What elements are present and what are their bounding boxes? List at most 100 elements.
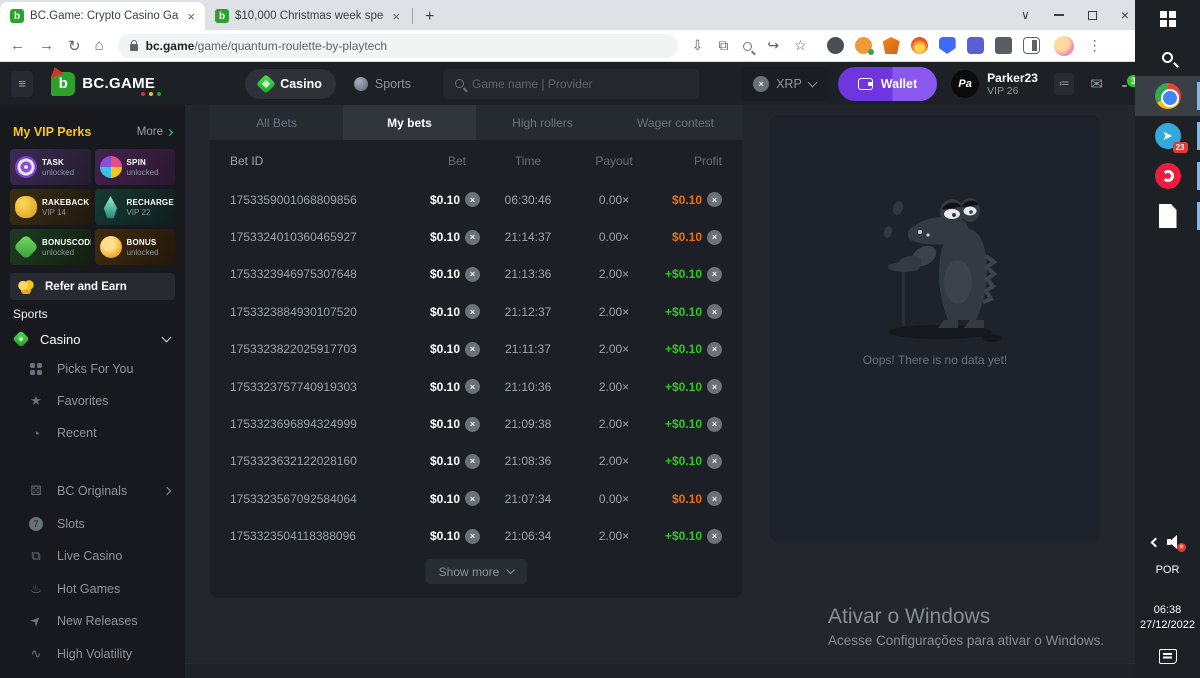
shield-icon[interactable] — [939, 37, 956, 54]
window-menu-icon[interactable]: ∨ — [1021, 8, 1030, 22]
tab-all-bets[interactable]: All Bets — [210, 105, 343, 140]
flame-icon[interactable] — [911, 37, 928, 54]
basketball-icon — [354, 77, 368, 91]
close-icon[interactable]: × — [1121, 7, 1129, 23]
bet-id: 1753323696894324999 — [230, 417, 398, 431]
taskbar-clock[interactable]: 06:38 27/12/2022 — [1140, 603, 1195, 633]
sidebar-item-casino[interactable]: Casino — [10, 325, 175, 353]
bet-profit: $0.10× — [652, 192, 722, 207]
reload-icon[interactable]: ↻ — [68, 37, 81, 55]
taskbar-notepad-button[interactable] — [1135, 196, 1200, 236]
muted-speaker-icon[interactable]: × — [1167, 535, 1183, 549]
wallet-button[interactable]: Wallet — [838, 67, 937, 101]
forward-icon[interactable]: → — [39, 37, 54, 54]
sidebar-menu: ⚄BC Originals7Slots⧉Live Casino♨Hot Game… — [10, 475, 175, 678]
search-placeholder: Game name | Provider — [472, 77, 593, 91]
send-arrow-icon[interactable] — [967, 37, 984, 54]
table-row[interactable]: 1753323757740919303$0.10×21:10:362.00×+$… — [210, 368, 742, 405]
sidebar-item-live-casino[interactable]: ⧉Live Casino — [10, 540, 175, 573]
tab-wager-contest[interactable]: Wager contest — [609, 105, 742, 140]
browser-tab-2[interactable]: b $10,000 Christmas week special × — [205, 2, 410, 30]
game-search-input[interactable]: Game name | Provider — [443, 69, 699, 99]
vip-perk-card[interactable]: SPINunlocked — [95, 149, 176, 185]
table-row[interactable]: 1753323504118388096$0.10×21:06:342.00×+$… — [210, 518, 742, 555]
main-content: All BetsMy betsHigh rollersWager contest… — [185, 105, 1135, 678]
tab-close-icon[interactable]: × — [185, 9, 197, 24]
authy-icon — [1155, 163, 1181, 189]
sidebar-item-high-volatility[interactable]: ∿High Volatility — [10, 638, 175, 671]
tab-my-bets[interactable]: My bets — [343, 105, 476, 140]
bet-payout: 2.00× — [576, 305, 652, 319]
browser-tab-1[interactable]: b BC.Game: Crypto Casino Games × — [0, 2, 205, 30]
person-check-icon[interactable] — [855, 37, 872, 54]
table-row[interactable]: 1753323632122028160$0.10×21:08:362.00×+$… — [210, 443, 742, 480]
taskbar-search-button[interactable] — [1135, 38, 1200, 76]
sports-section-label[interactable]: Sports — [13, 307, 175, 321]
bcgame-logo[interactable]: b BC.GAME — [51, 72, 155, 96]
taskbar-telegram-button[interactable]: ➤23 — [1135, 116, 1200, 156]
table-row[interactable]: 1753323822025917703$0.10×21:11:372.00×+$… — [210, 331, 742, 368]
xrp-coin-icon: × — [465, 491, 480, 506]
currency-selector[interactable]: × XRP — [741, 67, 828, 101]
table-row[interactable]: 1753323567092584064$0.10×21:07:340.00×$0… — [210, 480, 742, 517]
user-profile[interactable]: Pa Parker23 VIP 26 — [951, 70, 1038, 98]
sidebar-item-hot-games[interactable]: ♨Hot Games — [10, 573, 175, 606]
browser-menu-icon[interactable]: ⋮ — [1088, 37, 1102, 54]
url-input[interactable]: bc.game/game/quantum-roulette-by-playtec… — [118, 34, 678, 58]
vip-perk-card[interactable]: BONUSunlocked — [95, 229, 176, 265]
bet-id: 1753323757740919303 — [230, 380, 398, 394]
vip-perk-card[interactable]: TASKunlocked — [10, 149, 91, 185]
show-more-button[interactable]: Show more — [426, 559, 527, 584]
table-row[interactable]: 1753324010360465927$0.10×21:14:370.00×$0… — [210, 218, 742, 255]
bet-profit: +$0.10× — [652, 267, 722, 282]
lock-icon[interactable] — [130, 44, 138, 51]
vip-perk-card[interactable]: RAKEBACKVIP 14 — [10, 189, 91, 225]
spider-icon[interactable] — [827, 37, 844, 54]
home-icon[interactable]: ⌂ — [95, 37, 104, 54]
new-tab-button[interactable]: + — [425, 8, 434, 26]
minimize-icon[interactable] — [1054, 14, 1064, 16]
perk-label: RAKEBACK — [42, 198, 89, 207]
metamask-icon[interactable] — [883, 37, 900, 54]
refer-and-earn-button[interactable]: Refer and Earn — [10, 273, 175, 300]
sidebar-item-favorites[interactable]: ★Favorites — [10, 385, 175, 417]
puzzle-icon[interactable] — [995, 37, 1012, 54]
table-row[interactable]: 1753323696894324999$0.10×21:09:382.00×+$… — [210, 405, 742, 442]
show-hidden-icons-chevron[interactable] — [1151, 537, 1161, 547]
vip-more-link[interactable]: More — [137, 126, 172, 138]
translate-icon[interactable]: ⧉ — [718, 37, 728, 54]
action-center-icon[interactable] — [1159, 649, 1177, 664]
rocket-icon: ➤ — [25, 610, 48, 633]
nav-sports-button[interactable]: Sports — [340, 69, 425, 99]
sidebar-item-slots[interactable]: 7Slots — [10, 508, 175, 541]
restore-icon[interactable] — [1088, 11, 1097, 20]
language-indicator[interactable]: POR — [1156, 555, 1180, 585]
bet-list-icon[interactable]: ≔ — [1054, 73, 1075, 95]
taskbar-authy-button[interactable] — [1135, 156, 1200, 196]
sidebar-toggle-icon[interactable] — [1023, 37, 1040, 54]
vip-perk-card[interactable]: RECHARGEVIP 22 — [95, 189, 176, 225]
sidebar-item-picks-for-you[interactable]: Picks For You — [10, 353, 175, 385]
nav-casino-button[interactable]: Casino — [245, 69, 336, 99]
sidebar-item-bc-originals[interactable]: ⚄BC Originals — [10, 475, 175, 508]
tab-close-icon[interactable]: × — [390, 9, 402, 24]
browser-profile-avatar[interactable] — [1054, 36, 1074, 56]
mail-icon[interactable]: ✉ — [1090, 75, 1103, 93]
column-payout: Payout — [576, 154, 652, 168]
sidebar-item-feature-buy-in[interactable]: ◈Feature Buy-in — [10, 670, 175, 678]
download-icon[interactable]: ⇩ — [692, 37, 704, 54]
sidebar-item-recent[interactable]: ◔Recent — [10, 417, 175, 449]
vip-perk-card[interactable]: BONUSCODEunlocked — [10, 229, 91, 265]
back-icon[interactable]: ← — [10, 37, 25, 54]
sidebar-item-new-releases[interactable]: ➤New Releases — [10, 605, 175, 638]
bookmark-star-icon[interactable]: ☆ — [794, 37, 807, 54]
zoom-icon[interactable] — [743, 38, 752, 54]
table-row[interactable]: 1753323884930107520$0.10×21:12:372.00×+$… — [210, 293, 742, 330]
tab-high-rollers[interactable]: High rollers — [476, 105, 609, 140]
table-row[interactable]: 1753359001068809856$0.10×06:30:460.00×$0… — [210, 181, 742, 218]
start-button[interactable] — [1135, 0, 1200, 38]
hamburger-menu-icon[interactable]: ≡ — [11, 71, 33, 97]
taskbar-chrome-button[interactable] — [1135, 76, 1200, 116]
share-icon[interactable]: ↪ — [767, 37, 779, 54]
table-row[interactable]: 1753323946975307648$0.10×21:13:362.00×+$… — [210, 256, 742, 293]
